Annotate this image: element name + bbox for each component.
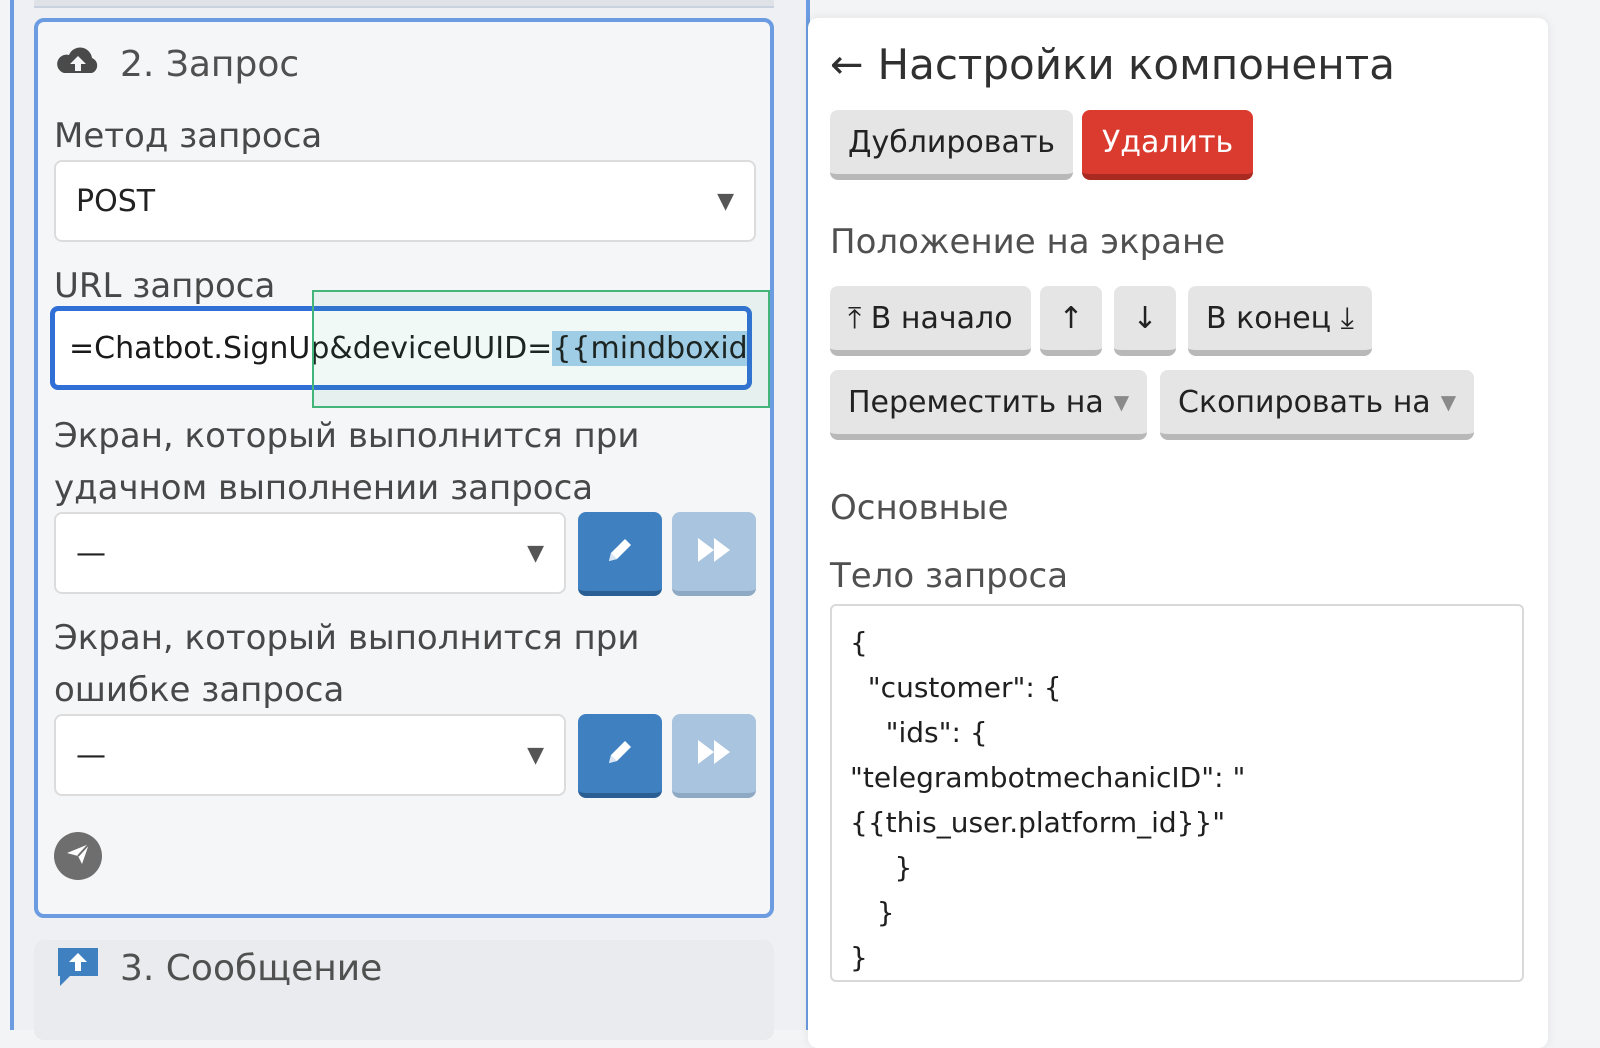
send-test-button[interactable] (54, 832, 102, 880)
method-select[interactable]: POST ▼ (54, 160, 756, 242)
back-arrow-icon[interactable]: ← (830, 42, 864, 88)
move-to-start-label: ⤒ В начало (848, 300, 1013, 336)
fast-forward-icon (696, 738, 732, 770)
success-screen-select-value: — (76, 535, 106, 571)
move-to-end-label: В конец ⤓ (1206, 300, 1354, 336)
request-card: 2. Запрос Метод запроса POST ▼ URL запро… (34, 18, 774, 918)
move-up-button[interactable]: ↑ (1040, 286, 1102, 356)
error-screen-label-line1: Экран, который выполнится при (54, 618, 640, 658)
triangle-down-icon: ▼ (527, 742, 544, 768)
request-body-label: Тело запроса (830, 556, 1069, 596)
paper-plane-icon (65, 841, 91, 871)
url-label: URL запроса (54, 266, 276, 306)
arrow-up-icon: ↑ (1058, 300, 1084, 336)
request-section-title: 2. Запрос (120, 43, 300, 85)
error-screen-edit-button[interactable] (578, 714, 662, 798)
duplicate-button-label: Дублировать (848, 124, 1055, 160)
success-screen-label-line2: удачном выполнении запроса (54, 468, 594, 508)
message-section-header[interactable]: 3. Сообщение (54, 942, 382, 994)
success-screen-edit-button[interactable] (578, 512, 662, 596)
fast-forward-icon (696, 536, 732, 568)
basic-section-label: Основные (830, 488, 1009, 528)
copy-to-dropdown[interactable]: Скопировать на ▼ (1160, 370, 1475, 440)
triangle-down-icon: ▼ (717, 188, 734, 214)
cloud-upload-icon (54, 42, 102, 86)
error-screen-skip-button[interactable] (672, 714, 756, 798)
move-to-start-button[interactable]: ⤒ В начало (830, 286, 1031, 356)
left-pane: 2. Запрос Метод запроса POST ▼ URL запро… (10, 0, 810, 1040)
delete-button[interactable]: Удалить (1082, 110, 1254, 180)
component-settings-panel: ← Настройки компонента Дублировать Удали… (808, 18, 1548, 1048)
url-input-selected-text: {{mindboxid}} (552, 330, 747, 366)
move-down-button[interactable]: ↓ (1114, 286, 1176, 356)
duplicate-button[interactable]: Дублировать (830, 110, 1073, 180)
move-to-label: Переместить на (848, 384, 1104, 420)
position-label: Положение на экране (830, 222, 1226, 262)
method-label: Метод запроса (54, 116, 323, 156)
message-section-title: 3. Сообщение (120, 947, 383, 989)
pencil-icon (603, 735, 637, 773)
error-screen-select[interactable]: — ▼ (54, 714, 566, 796)
error-screen-select-value: — (76, 737, 106, 773)
triangle-down-icon: ▼ (1440, 390, 1457, 414)
message-card: 3. Сообщение (34, 940, 774, 1040)
arrow-down-icon: ↓ (1132, 300, 1158, 336)
triangle-down-icon: ▼ (1113, 390, 1130, 414)
panel-header: ← Настройки компонента (830, 40, 1395, 89)
pencil-icon (603, 533, 637, 571)
move-to-dropdown[interactable]: Переместить на ▼ (830, 370, 1148, 440)
panel-title: Настройки компонента (877, 40, 1395, 89)
success-screen-select[interactable]: — ▼ (54, 512, 566, 594)
success-screen-label-line1: Экран, который выполнится при (54, 416, 640, 456)
url-input-text: =Chatbot.SignUp&deviceUUID= (69, 330, 553, 366)
move-to-end-button[interactable]: В конец ⤓ (1188, 286, 1372, 356)
error-screen-label-line2: ошибке запроса (54, 670, 345, 710)
copy-to-label: Скопировать на (1178, 384, 1431, 420)
chat-upload-icon (54, 942, 102, 994)
method-select-value: POST (76, 183, 156, 219)
previous-card-edge (34, 0, 774, 8)
success-screen-skip-button[interactable] (672, 512, 756, 596)
delete-button-label: Удалить (1102, 124, 1234, 160)
request-body-textarea[interactable]: { "customer": { "ids": { "telegrambotmec… (830, 604, 1524, 982)
request-section-header[interactable]: 2. Запрос (54, 42, 299, 86)
triangle-down-icon: ▼ (527, 540, 544, 566)
url-input[interactable]: =Chatbot.SignUp&deviceUUID={{mindboxid}} (50, 306, 752, 390)
